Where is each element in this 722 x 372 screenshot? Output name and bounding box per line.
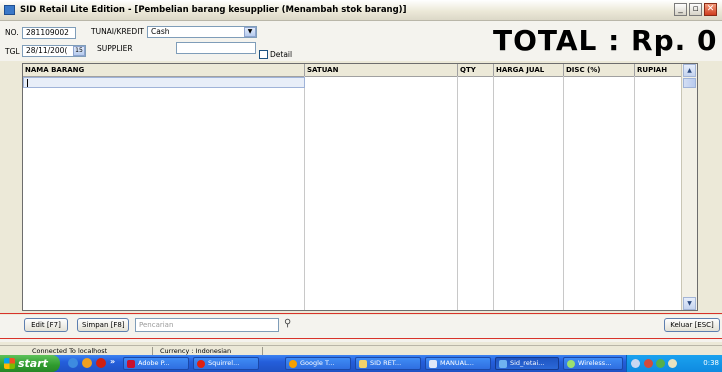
taskbar-item[interactable]: Squirrel... [193,357,259,370]
col-qty[interactable]: QTY [458,64,494,76]
taskbar-item-label: Adobe P... [138,359,170,367]
col-nama-barang[interactable]: NAMA BARANG [23,64,305,76]
scroll-up-icon[interactable]: ▲ [683,64,696,77]
clock[interactable]: 0:38 [703,355,719,372]
taskbar: start » Adobe P... Squirrel... Google T.… [0,355,722,372]
taskbar-item[interactable]: MANUAL... [425,357,491,370]
quicklaunch-overflow[interactable]: » [110,357,115,366]
start-label: start [18,357,48,370]
wireless-icon [567,360,575,368]
network-icon[interactable] [656,359,665,368]
status-currency: Currency : Indonesian [160,347,232,355]
no-label: NO. [5,28,19,37]
tray-collapse-icon[interactable] [631,359,640,368]
col-satuan[interactable]: SATUAN [305,64,458,76]
ie-icon[interactable] [68,358,78,368]
edit-button[interactable]: Edit [F7] [24,318,68,332]
taskbar-item-label: SID RET... [370,359,402,367]
sid-retail-icon [499,360,507,368]
col-rupiah[interactable]: RUPIAH [635,64,684,76]
adobe-icon [127,360,135,368]
status-divider [152,347,153,355]
total-amount: TOTAL : Rp. 0 [493,24,718,57]
document-icon [429,360,437,368]
exit-button[interactable]: Keluar [ESC] [664,318,720,332]
opera-icon[interactable] [96,358,106,368]
taskbar-item[interactable]: SID RET... [355,357,421,370]
grid-column [458,76,494,310]
detail-checkbox[interactable] [259,50,268,59]
taskbar-item-label: Sid_retai... [510,359,545,367]
taskbar-item[interactable]: Wireless... [563,357,623,370]
supplier-field[interactable] [176,42,256,54]
window-title: SID Retail Lite Edition - [Pembelian bar… [20,5,407,15]
taskbar-item-label: Squirrel... [208,359,240,367]
no-field[interactable]: 281109002 [22,27,76,39]
date-label: TGL [5,47,20,56]
taskbar-item-label: MANUAL... [440,359,474,367]
vertical-scrollbar[interactable]: ▲ ▼ [681,64,697,310]
search-icon[interactable]: ⚲ [284,318,291,329]
start-button[interactable]: start [0,355,60,372]
save-button[interactable]: Simpan [F8] [77,318,129,332]
payment-label: TUNAI/KREDIT [91,27,144,36]
squirrel-icon [197,360,205,368]
grid-column [305,76,458,310]
minimize-button[interactable]: _ [674,3,687,16]
app-icon [4,5,15,15]
divider [0,313,722,314]
payment-select[interactable]: Cash [147,26,257,38]
antivirus-icon[interactable] [644,359,653,368]
taskbar-item[interactable]: Adobe P... [123,357,189,370]
grid-column [23,76,305,310]
maximize-button[interactable]: ▫ [689,3,702,16]
window-titlebar[interactable]: SID Retail Lite Edition - [Pembelian bar… [0,0,722,21]
system-tray: 0:38 [626,355,722,372]
col-disc[interactable]: DISC (%) [564,64,635,76]
items-grid[interactable]: NAMA BARANG SATUAN QTY HARGA JUAL DISC (… [22,63,698,311]
folder-icon [359,360,367,368]
taskbar-item-active[interactable]: Sid_retai... [495,357,559,370]
supplier-label: SUPPLIER [97,44,133,53]
google-icon [289,360,297,368]
grid-column [494,76,564,310]
scroll-down-icon[interactable]: ▼ [683,297,696,310]
grid-column [564,76,635,310]
taskbar-item[interactable]: Google T... [285,357,351,370]
col-harga-jual[interactable]: HARGA JUAL [494,64,564,76]
volume-icon[interactable] [668,359,677,368]
scroll-thumb[interactable] [683,78,696,88]
taskbar-item-label: Wireless... [578,359,612,367]
chevron-down-icon[interactable]: ▼ [244,27,256,37]
windows-logo-icon [4,358,15,369]
divider [0,338,722,339]
status-divider [262,347,263,355]
taskbar-item-label: Google T... [300,359,335,367]
detail-label: Detail [270,50,293,59]
header-panel: NO. 281109002 TUNAI/KREDIT Cash ▼ TGL 28… [0,21,722,61]
text-cursor [27,79,28,87]
active-cell[interactable] [23,77,305,88]
calendar-icon[interactable]: 15 [73,46,85,56]
close-button[interactable]: ✕ [704,3,717,16]
status-connection: Connected To localhost [32,347,108,355]
search-input[interactable]: Pencarian [135,318,279,332]
firefox-icon[interactable] [82,358,92,368]
